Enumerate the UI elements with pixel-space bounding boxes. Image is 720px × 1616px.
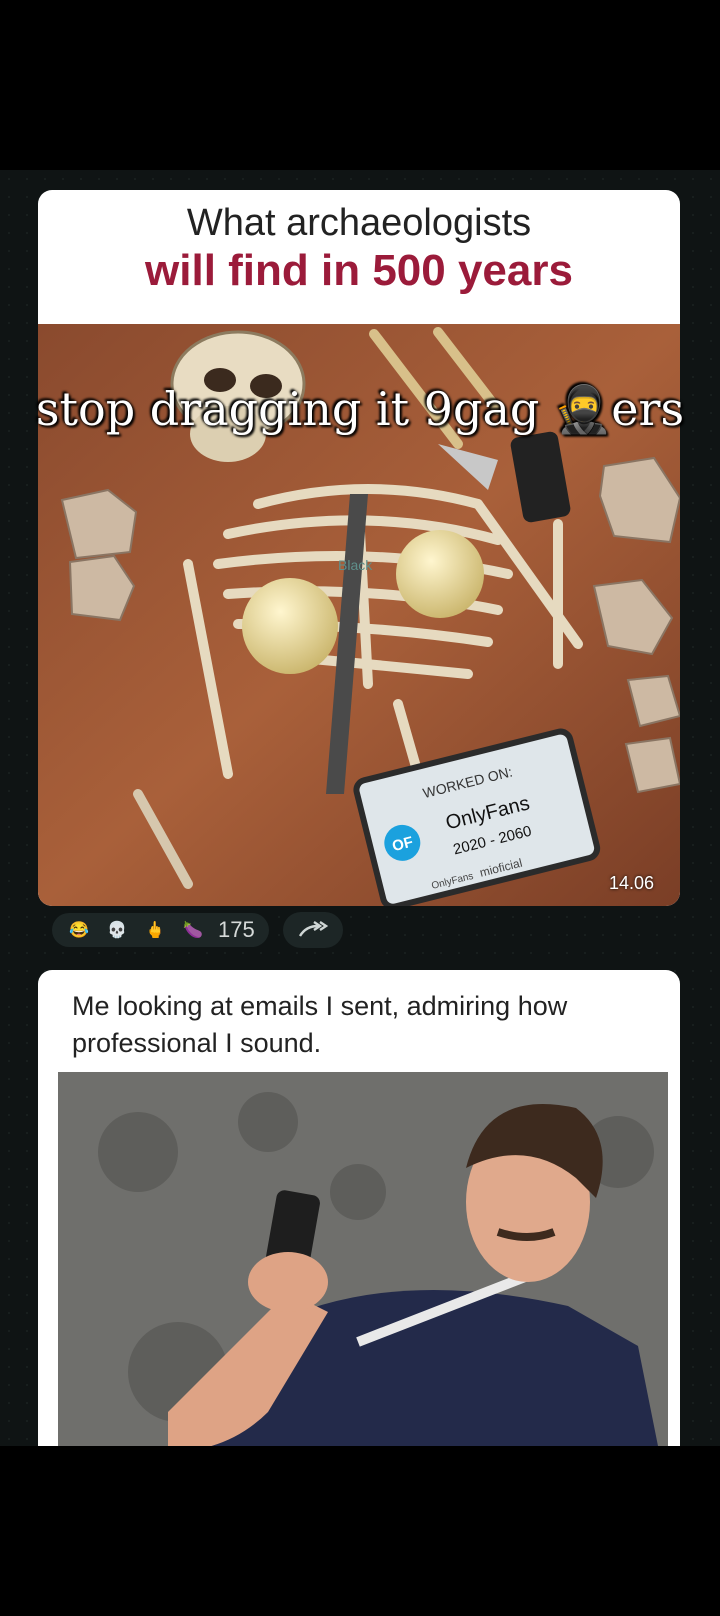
eggplant-emoji-icon: 🍆 — [183, 922, 203, 939]
bottom-letterbox — [0, 1446, 720, 1616]
meme-title-line2: will find in 500 years — [145, 245, 573, 295]
forward-icon — [298, 921, 328, 937]
meme-caption: Me looking at emails I sent, admiring ho… — [72, 991, 568, 1058]
top-letterbox — [0, 0, 720, 170]
meme-title: What archaeologists will find in 500 yea… — [38, 202, 680, 296]
overlay-caption-text: stop dragging it 9gag — [35, 382, 554, 436]
reaction-count: 175 — [218, 917, 255, 942]
laughing-emoji-icon: 😂 — [69, 922, 89, 939]
meme-card-archaeologists[interactable]: What archaeologists will find in 500 yea… — [38, 190, 680, 906]
reaction-pill[interactable]: 😂 💀 🖕 🍆 175 — [52, 913, 269, 947]
ninja-emoji-icon: 🥷 — [553, 382, 612, 436]
man-with-phone-photo[interactable] — [58, 1072, 668, 1446]
meme-title-line1: What archaeologists — [186, 202, 532, 244]
overlay-caption-suffix: ers — [611, 382, 685, 436]
watermark-text: Black — [338, 557, 373, 573]
forward-button[interactable] — [282, 912, 343, 948]
overlay-caption: stop dragging it 9gag 🥷ers — [0, 382, 720, 437]
reactions-bar[interactable]: 😂 💀 🖕 🍆 175 — [52, 910, 343, 950]
message-timestamp: 14.06 — [608, 873, 654, 893]
meme-card-emails[interactable]: Me looking at emails I sent, admiring ho… — [38, 970, 680, 1446]
middle-finger-emoji-icon: 🖕 — [145, 922, 165, 939]
skull-emoji-icon: 💀 — [107, 922, 127, 939]
